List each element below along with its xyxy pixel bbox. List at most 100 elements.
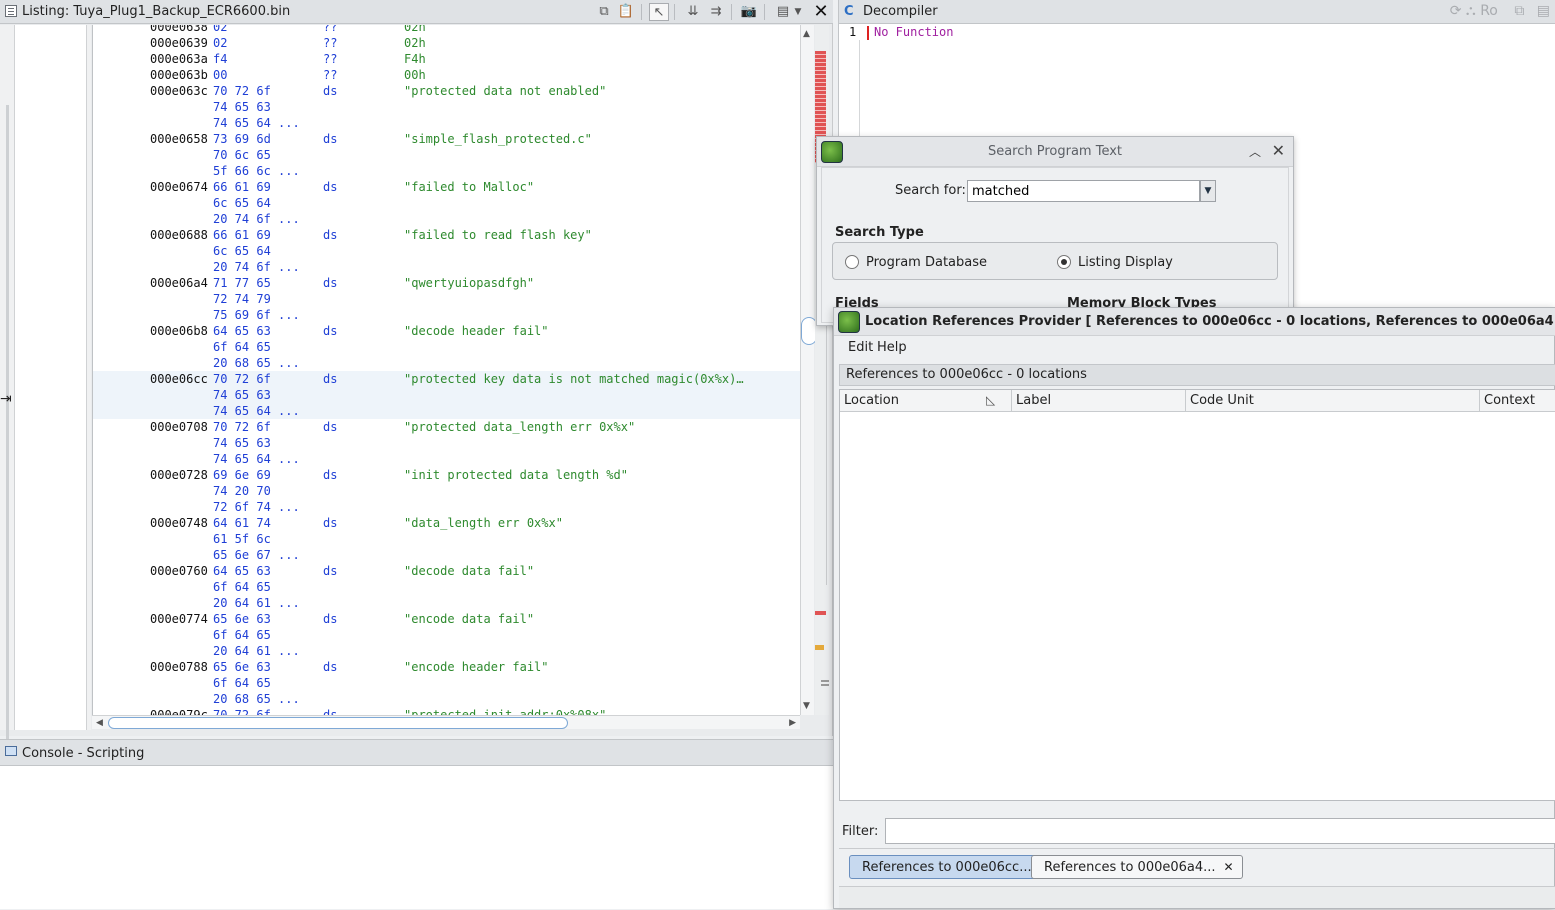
scroll-left-icon[interactable]: ◀ [96, 716, 103, 730]
listing-row[interactable]: 74 65 64 ... [93, 115, 800, 131]
layout-icon[interactable]: ▤ [773, 3, 793, 21]
close-icon[interactable]: ✕ [1272, 141, 1285, 160]
close-icon[interactable]: ✕ [811, 3, 831, 21]
listing-row[interactable]: 000e063c 70 72 6f ds "protected data not en… [93, 83, 800, 99]
dropdown-icon[interactable]: ▼ [792, 3, 804, 21]
listing-operand: "protected init addr:0x%08x" [404, 708, 607, 715]
scroll-thumb[interactable] [108, 717, 568, 729]
filter-input[interactable] [885, 818, 1555, 844]
listing-row[interactable]: 20 68 65 ... [93, 355, 800, 371]
listing-mnemonic: ds [323, 132, 338, 146]
listing-row[interactable]: 70 6c 65 [93, 147, 800, 163]
listing-row[interactable]: 000e079c 70 72 6f ds "protected init addr:0… [93, 707, 800, 715]
listing-row[interactable]: 20 68 65 ... [93, 691, 800, 707]
paste-icon[interactable]: 📋 [616, 3, 636, 21]
listing-row[interactable]: 000e063a f4?? F4h [93, 51, 800, 67]
minimize-icon[interactable]: ︿ [1249, 143, 1261, 160]
listing-row[interactable]: 000e0760 64 65 63 ds "decode data fail" [93, 563, 800, 579]
listing-row[interactable]: 000e063b 00?? 00h [93, 67, 800, 83]
close-icon[interactable]: ✕ [1224, 860, 1234, 874]
console-output[interactable] [0, 767, 833, 910]
listing-row[interactable]: 000e06b8 64 65 63 ds "decode header fail" [93, 323, 800, 339]
scroll-right-icon[interactable]: ▶ [789, 716, 796, 730]
listing-row[interactable]: 000e0788 65 6e 63 ds "encode header fail" [93, 659, 800, 675]
copy-icon[interactable]: ⧉ [594, 3, 614, 21]
diff-down-icon[interactable]: ⇊ [683, 3, 703, 21]
scroll-down-icon[interactable]: ▼ [803, 701, 810, 711]
listing-row[interactable]: 000e0774 65 6e 63 ds "encode data fail" [93, 611, 800, 627]
search-input[interactable] [967, 180, 1200, 202]
copy-icon[interactable]: ⧉ [1514, 3, 1524, 19]
resize-arrow-icon[interactable]: ⇥ [0, 391, 12, 407]
menu-help[interactable]: Help [877, 340, 907, 355]
chevron-down-icon[interactable]: ▼ [1200, 180, 1216, 202]
listing-row[interactable]: 6f 64 65 [93, 675, 800, 691]
listing-row[interactable]: 74 65 64 ... [93, 451, 800, 467]
listing-row[interactable]: 65 6e 67 ... [93, 547, 800, 563]
listing-row[interactable]: 000e0708 70 72 6f ds "protected data_length… [93, 419, 800, 435]
graph-icon[interactable]: ⛬ [1466, 3, 1476, 19]
horizontal-scrollbar[interactable]: ◀ ▶ [92, 715, 800, 729]
listing-row[interactable]: 000e0638 02?? 02h [93, 25, 800, 35]
listing-row[interactable]: 000e0728 69 6e 69 ds "init protected data l… [93, 467, 800, 483]
column-label[interactable]: Label [1012, 390, 1186, 412]
listing-row[interactable]: 000e0639 02?? 02h [93, 35, 800, 51]
listing-row[interactable]: 75 69 6f ... [93, 307, 800, 323]
listing-row[interactable]: 61 5f 6c [93, 531, 800, 547]
tab-references-000e06cc[interactable]: References to 000e06cc...✕ [849, 855, 1059, 879]
listing-row[interactable]: 000e06cc 70 72 6f ds "protected key data is… [93, 371, 800, 387]
snapshot-icon[interactable]: 📷 [739, 3, 759, 21]
diff-next-icon[interactable]: ⇉ [706, 3, 726, 21]
listing-row[interactable]: 5f 66 6c ... [93, 163, 800, 179]
listing-row[interactable]: 74 20 70 [93, 483, 800, 499]
listing-row[interactable]: 74 65 64 ... [93, 403, 800, 419]
listing-row[interactable]: 20 74 6f ... [93, 259, 800, 275]
menu-edit[interactable]: Edit [848, 340, 873, 355]
search-dialog-titlebar[interactable]: Search Program Text ︿ ✕ [817, 137, 1293, 167]
layout-icon[interactable]: ▤ [1537, 3, 1550, 19]
listing-row[interactable]: 000e0688 66 61 69 ds "failed to read flash … [93, 227, 800, 243]
listing-row[interactable]: 20 64 61 ... [93, 595, 800, 611]
listing-row[interactable]: 6f 64 65 [93, 339, 800, 355]
decompiler-code[interactable]: No Function [874, 25, 953, 39]
listing-row[interactable]: 000e0748 64 61 74 ds "data_length err 0x%x" [93, 515, 800, 531]
search-program-text-dialog: Search Program Text ︿ ✕ Search for: ▼ Se… [816, 136, 1294, 326]
program-database-radio[interactable] [845, 255, 859, 269]
program-database-label[interactable]: Program Database [866, 255, 987, 270]
listing-mnemonic: ds [323, 84, 338, 98]
location-references-titlebar[interactable]: Location References Provider [ Reference… [834, 308, 1555, 336]
console-title: Console - Scripting [22, 746, 145, 761]
listing-display-label[interactable]: Listing Display [1078, 255, 1173, 270]
listing-row[interactable]: 72 74 79 [93, 291, 800, 307]
column-context[interactable]: Context [1480, 390, 1555, 412]
listing-row[interactable]: 000e0674 66 61 69 ds "failed to Malloc" [93, 179, 800, 195]
listing-operand: "decode data fail" [404, 564, 535, 578]
refresh-icon[interactable]: ⟳ [1450, 3, 1462, 19]
listing-row[interactable]: 20 64 61 ... [93, 643, 800, 659]
vertical-scrollbar[interactable]: ▲ ▼ [800, 25, 817, 715]
scroll-up-icon[interactable]: ▲ [803, 29, 810, 39]
listing-row[interactable]: 6f 64 65 [93, 579, 800, 595]
listing-row[interactable]: 72 6f 74 ... [93, 499, 800, 515]
column-code-unit[interactable]: Code Unit [1186, 390, 1480, 412]
listing-left-margin[interactable] [14, 25, 87, 730]
listing-row[interactable]: 74 65 63 [93, 99, 800, 115]
listing-row[interactable]: 000e06a4 71 77 65 ds "qwertyuiopasdfgh" [93, 275, 800, 291]
listing-operand: "decode header fail" [404, 324, 549, 338]
ro-label[interactable]: Ro [1480, 3, 1498, 19]
tab-references-000e06a4[interactable]: References to 000e06a4... ✕ [1031, 855, 1243, 879]
listing-display-radio[interactable] [1057, 255, 1071, 269]
sort-icon[interactable]: ◺ [986, 393, 995, 407]
listing-row[interactable]: 74 65 63 [93, 387, 800, 403]
listing-code-area[interactable]: 000e0638 02?? 02h 000e0639 02?? 02h 000e063a f4… [92, 25, 800, 715]
listing-row[interactable]: 6c 65 64 [93, 243, 800, 259]
select-cursor-icon[interactable]: ↖ [649, 3, 669, 21]
listing-row[interactable]: 20 74 6f ... [93, 211, 800, 227]
status-bar [839, 886, 1555, 908]
listing-row[interactable]: 000e0658 73 69 6d ds "simple_flash_protecte… [93, 131, 800, 147]
listing-row[interactable]: 6f 64 65 [93, 627, 800, 643]
references-table[interactable]: Location ◺ Label Code Unit Context [839, 389, 1555, 801]
listing-row[interactable]: 74 65 63 [93, 435, 800, 451]
listing-row[interactable]: 6c 65 64 [93, 195, 800, 211]
overview-marker-bar[interactable] [815, 25, 829, 715]
